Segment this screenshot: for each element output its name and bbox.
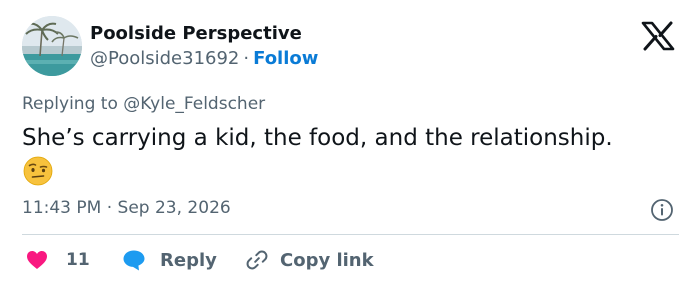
reply-label: Reply (160, 249, 217, 271)
tweet-date: Sep 23, 2026 (117, 198, 231, 218)
author-name[interactable]: Poolside Perspective (90, 23, 302, 44)
reply-mention-link[interactable]: @Kyle_Feldscher (123, 94, 265, 114)
copy-link-button[interactable]: Copy link (246, 245, 374, 275)
x-logo-icon[interactable] (641, 21, 675, 51)
reply-bubble-icon (123, 250, 145, 271)
author-handle-row: @Poolside31692 · Follow (90, 48, 318, 69)
raised-eyebrow-emoji-icon (23, 156, 53, 186)
reply-context: Replying to @Kyle_Feldscher (22, 94, 265, 114)
like-button[interactable]: 11 (26, 245, 90, 275)
reply-prefix: Replying to (22, 94, 118, 114)
tweet-card: Poolside Perspective @Poolside31692 · Foll… (0, 0, 700, 287)
heart-icon (27, 251, 47, 269)
link-icon (246, 250, 268, 270)
action-bar: 11 Reply Copy link (22, 245, 682, 275)
reply-button[interactable]: Reply (122, 245, 217, 275)
avatar-image (22, 16, 82, 76)
like-count: 11 (66, 250, 90, 270)
info-icon[interactable] (650, 198, 674, 222)
avatar[interactable] (22, 16, 82, 76)
handle-separator: · (243, 48, 250, 69)
author-handle[interactable]: @Poolside31692 (90, 48, 239, 69)
divider (22, 234, 679, 235)
copy-link-label: Copy link (280, 249, 374, 271)
tweet-text: She’s carrying a kid, the food, and the … (22, 125, 613, 151)
tweet-time: 11:43 PM (22, 198, 102, 218)
follow-button[interactable]: Follow (253, 48, 318, 69)
timestamp-separator: · (106, 198, 113, 218)
tweet-timestamp[interactable]: 11:43 PM · Sep 23, 2026 (22, 198, 231, 218)
